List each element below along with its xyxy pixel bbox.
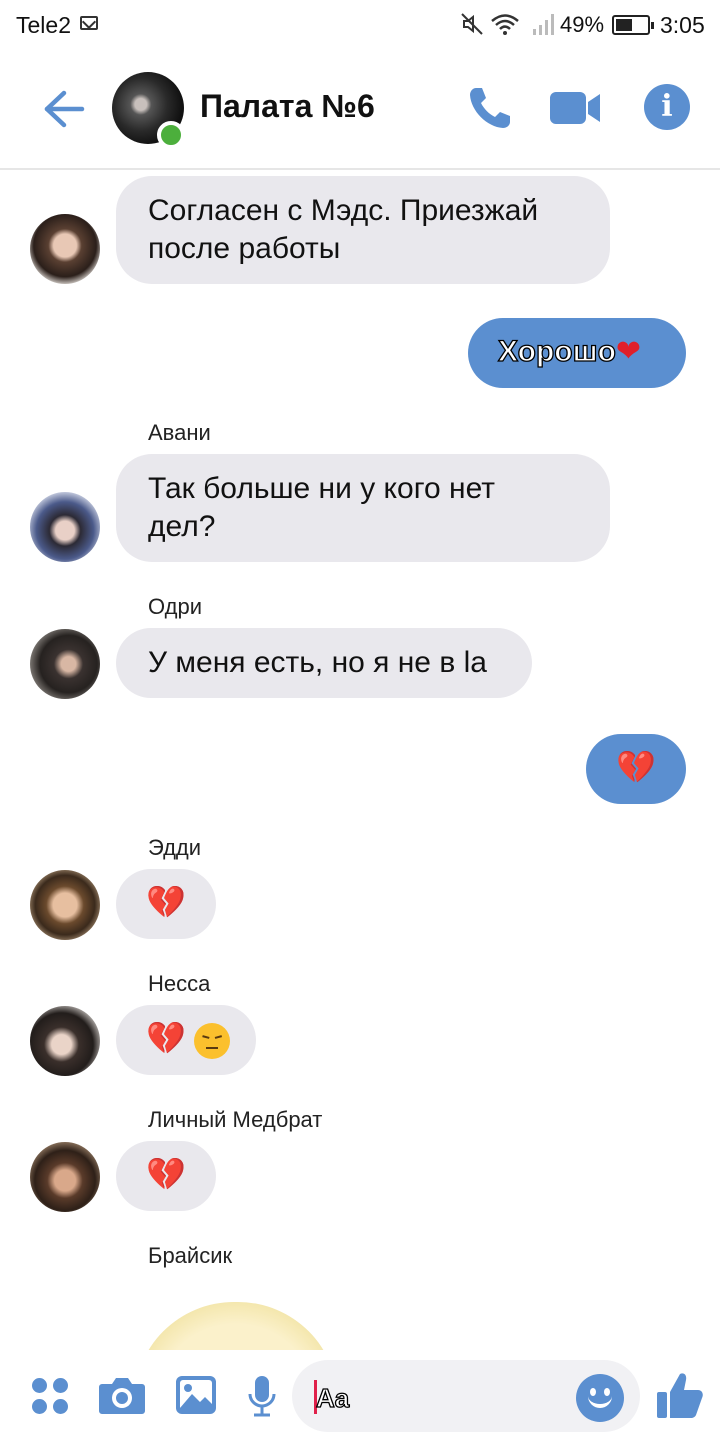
heart-icon: ❤	[615, 334, 642, 369]
outgoing-message[interactable]: Хорошо❤	[468, 318, 686, 388]
sender-avatar[interactable]	[30, 870, 100, 940]
sender-avatar[interactable]	[30, 1006, 100, 1076]
mail-icon	[80, 16, 98, 30]
sender-name: Личный Медбрат	[148, 1107, 323, 1132]
thumbs-up-icon[interactable]	[654, 1370, 704, 1420]
sender-avatar[interactable]	[30, 492, 100, 562]
phone-icon[interactable]	[466, 84, 514, 132]
camera-icon[interactable]	[98, 1374, 146, 1416]
battery-percentage: 49%	[560, 12, 605, 37]
sender-name: Эдди	[148, 835, 202, 860]
message-text: Хорошо	[497, 334, 616, 368]
mute-icon	[461, 13, 483, 35]
broken-heart-icon: 💔	[146, 1155, 186, 1193]
sender-avatar[interactable]	[30, 214, 100, 284]
incoming-message[interactable]: Согласен с Мэдс. Приезжай после работы	[116, 176, 610, 284]
incoming-message[interactable]: У меня есть, но я не в la	[116, 628, 532, 698]
info-icon[interactable]: i	[644, 84, 690, 130]
incoming-message[interactable]: 💔	[116, 1141, 216, 1211]
sender-name: Несса	[148, 971, 211, 996]
incoming-message[interactable]: Так больше ни у кого нет дел?	[116, 454, 610, 562]
incoming-message[interactable]: 💔	[116, 869, 216, 939]
signal-icon	[533, 14, 554, 35]
message-text: У меня есть, но я не в la	[148, 646, 487, 679]
clock: 3:05	[660, 12, 705, 38]
message-text-line: Согласен с Мэдс. Приезжай	[148, 194, 539, 227]
broken-heart-icon: 💔	[146, 1019, 186, 1057]
chat-title[interactable]: Палата №6	[200, 88, 375, 125]
apps-menu-icon[interactable]	[32, 1378, 70, 1416]
pensive-face-icon	[194, 1023, 231, 1060]
broken-heart-icon: 💔	[616, 748, 656, 786]
message-input-text[interactable]: Aa	[315, 1382, 350, 1414]
sender-name: Брайсик	[148, 1243, 233, 1268]
sender-name: Авани	[148, 420, 211, 445]
incoming-message[interactable]: 💔	[116, 1005, 256, 1075]
message-text-line: дел?	[148, 510, 216, 543]
sender-avatar[interactable]	[30, 629, 100, 699]
message-text-line: Так больше ни у кого нет	[148, 472, 495, 505]
sender-name: Одри	[148, 594, 202, 619]
sender-avatar[interactable]	[30, 1142, 100, 1212]
emoji-icon[interactable]	[576, 1374, 624, 1422]
status-bar: Tele2 49% 3:05	[0, 0, 720, 50]
chat-header: Палата №6 i	[0, 50, 720, 170]
broken-heart-icon: 💔	[146, 883, 186, 921]
online-indicator	[157, 121, 185, 149]
message-text-line: после работы	[148, 232, 341, 265]
message-composer: Aa	[0, 1350, 720, 1440]
wifi-icon	[491, 14, 519, 35]
outgoing-message[interactable]: 💔	[586, 734, 686, 804]
video-camera-icon[interactable]	[548, 88, 602, 128]
carrier-name: Tele2	[16, 12, 71, 38]
microphone-icon[interactable]	[246, 1374, 278, 1418]
back-arrow-icon[interactable]	[38, 84, 88, 134]
battery-icon	[612, 15, 654, 35]
gallery-icon[interactable]	[174, 1374, 218, 1416]
